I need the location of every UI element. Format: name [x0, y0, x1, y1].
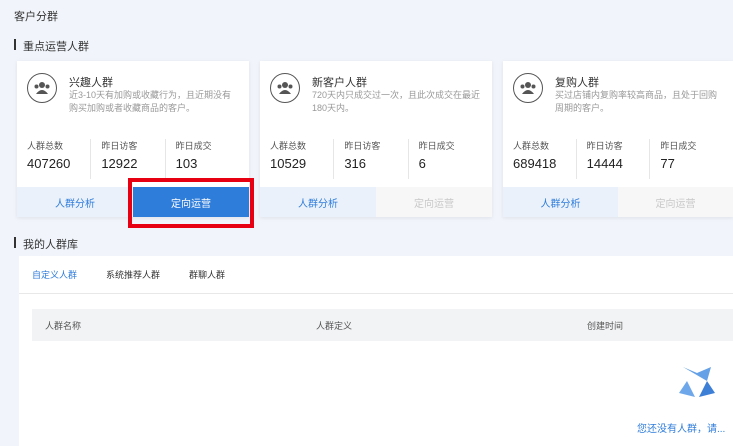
- empty-state-icon: [679, 367, 715, 397]
- stat-total: 人群总数 407260: [27, 141, 71, 171]
- stat-total: 人群总数 10529: [270, 141, 307, 171]
- card-description: 近3-10天有加购或收藏行为，且近期没有购买加购或者收藏商品的客户。: [69, 90, 232, 113]
- card-description: 买过店铺内复购率较高商品，且处于回购周期的客户。: [555, 90, 718, 113]
- segment-analysis-button[interactable]: 人群分析: [260, 187, 376, 217]
- segment-library-panel: 自定义人群 系统推荐人群 群聊人群 人群名称 人群定义 创建时间: [19, 256, 733, 446]
- targeted-operation-button[interactable]: 定向运营: [133, 187, 249, 217]
- card-name: 复购人群: [555, 77, 599, 89]
- stat-orders: 昨日成交 77: [649, 139, 723, 179]
- segment-card-repurchase: 复购人群 买过店铺内复购率较高商品，且处于回购周期的客户。 人群总数 689418…: [503, 61, 733, 217]
- library-section-title: 我的人群库: [14, 236, 78, 252]
- card-name: 兴趣人群: [69, 77, 113, 89]
- stat-visitors: 昨日访客 12922: [90, 139, 164, 179]
- targeted-operation-button[interactable]: 定向运营: [376, 187, 492, 217]
- tab-recommended[interactable]: 系统推荐人群: [106, 268, 160, 281]
- stat-orders: 昨日成交 6: [407, 139, 482, 179]
- stat-visitors: 昨日访客 316: [333, 139, 407, 179]
- stat-total: 人群总数 689418: [513, 141, 557, 171]
- empty-state-text: 您还没有人群，请...: [637, 424, 726, 435]
- tab-custom[interactable]: 自定义人群: [32, 268, 77, 281]
- targeted-operation-button[interactable]: 定向运营: [618, 187, 733, 217]
- column-name: 人群名称: [45, 321, 82, 331]
- column-definition: 人群定义: [316, 321, 353, 331]
- tab-group-chat[interactable]: 群聊人群: [189, 268, 225, 281]
- column-created-time: 创建时间: [587, 321, 624, 331]
- users-icon: [513, 73, 543, 103]
- segment-card-new-customer: 新客户人群 720天内只成交过一次，且此次成交在最近180天内。 人群总数 105…: [260, 61, 492, 217]
- users-icon: [270, 73, 300, 103]
- featured-section-title: 重点运营人群: [14, 38, 89, 54]
- stat-orders: 昨日成交 103: [164, 139, 239, 179]
- segment-analysis-button[interactable]: 人群分析: [503, 187, 618, 217]
- page-title: 客户分群: [14, 11, 58, 23]
- stat-visitors: 昨日访客 14444: [575, 139, 650, 179]
- segment-analysis-button[interactable]: 人群分析: [17, 187, 133, 217]
- users-icon: [27, 73, 57, 103]
- card-description: 720天内只成交过一次，且此次成交在最近180天内。: [312, 90, 481, 113]
- table-header: 人群名称 人群定义 创建时间: [32, 309, 733, 341]
- library-tabs: 自定义人群 系统推荐人群 群聊人群: [19, 256, 733, 294]
- segment-card-interest: 兴趣人群 近3-10天有加购或收藏行为，且近期没有购买加购或者收藏商品的客户。 …: [17, 61, 249, 217]
- card-name: 新客户人群: [312, 77, 367, 89]
